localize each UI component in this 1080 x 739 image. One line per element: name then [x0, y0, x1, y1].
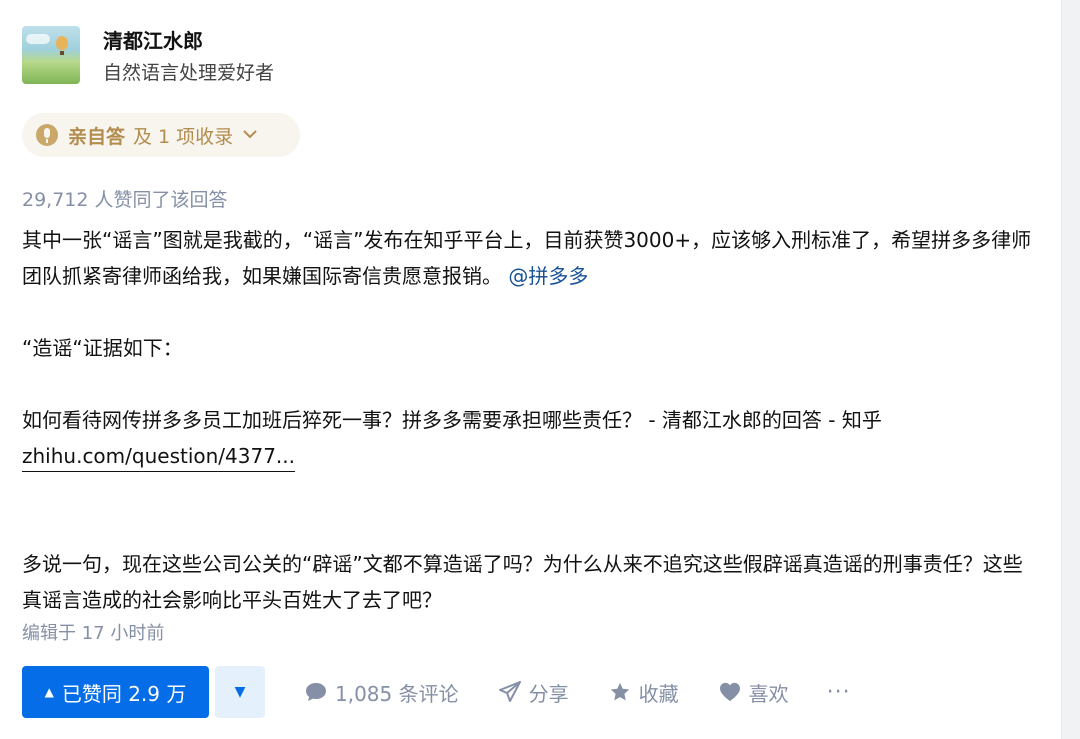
avatar-balloon [56, 36, 68, 50]
badge-primary-label: 亲自答 [68, 125, 126, 148]
author-headline: 自然语言处理爱好者 [103, 62, 275, 84]
avatar-cloud [26, 34, 50, 44]
comment-icon [305, 682, 327, 702]
scrollbar[interactable] [1061, 0, 1080, 739]
badge-secondary-label: 及 1 项收录 [133, 125, 234, 148]
edited-time[interactable]: 编辑于 17 小时前 [22, 619, 164, 645]
link-title: 如何看待网传拼多多员工加班后猝死一事？拼多多需要承担哪些责任？ - 清都江水郎的… [22, 408, 882, 432]
vote-summary: 29,712 人赞同了该回答 [22, 189, 228, 211]
star-icon [609, 681, 631, 703]
upvote-label: 已赞同 2.9 万 [61, 681, 187, 706]
triangle-down-icon: ▼ [234, 684, 246, 700]
chevron-down-icon [243, 127, 257, 143]
favorite-label: 收藏 [638, 681, 679, 706]
avatar[interactable] [22, 26, 80, 84]
paragraph: 其中一张“谣言”图就是我截的，“谣言”发布在知乎平台上，目前获赞3000+，应该… [22, 222, 1032, 294]
share-label: 分享 [528, 681, 569, 706]
more-icon[interactable]: ··· [827, 680, 851, 705]
like-button[interactable]: 喜欢 [719, 678, 789, 707]
author-name[interactable]: 清都江水郎 [103, 25, 203, 54]
paragraph: 多说一句，现在这些公司公关的“辟谣”文都不算造谣了吗？为什么从来不追究这些假辟谣… [22, 552, 1023, 612]
question-link[interactable]: zhihu.com/question/4377... [22, 441, 296, 472]
like-label: 喜欢 [748, 681, 789, 706]
action-bar: ▲ 已赞同 2.9 万 ▼ 1,085 条评论 分享 收藏 喜欢 ··· [22, 666, 851, 718]
share-button[interactable]: 分享 [498, 678, 569, 707]
upvote-button[interactable]: ▲ 已赞同 2.9 万 [22, 666, 209, 718]
paragraph: “造谣“证据如下： [22, 336, 183, 360]
mention-link[interactable]: @拼多多 [508, 264, 588, 288]
comment-button[interactable]: 1,085 条评论 [305, 678, 459, 707]
microphone-icon [36, 124, 58, 146]
self-answer-badge[interactable]: 亲自答 及 1 项收录 [22, 113, 300, 157]
share-icon [498, 681, 521, 703]
heart-icon [719, 682, 741, 702]
answer-content: 其中一张“谣言”图就是我截的，“谣言”发布在知乎平台上，目前获赞3000+，应该… [22, 222, 1032, 618]
avatar-basket [60, 51, 64, 55]
favorite-button[interactable]: 收藏 [609, 678, 679, 707]
downvote-button[interactable]: ▼ [215, 666, 265, 718]
comment-label: 1,085 条评论 [335, 681, 459, 706]
triangle-up-icon: ▲ [44, 685, 54, 699]
